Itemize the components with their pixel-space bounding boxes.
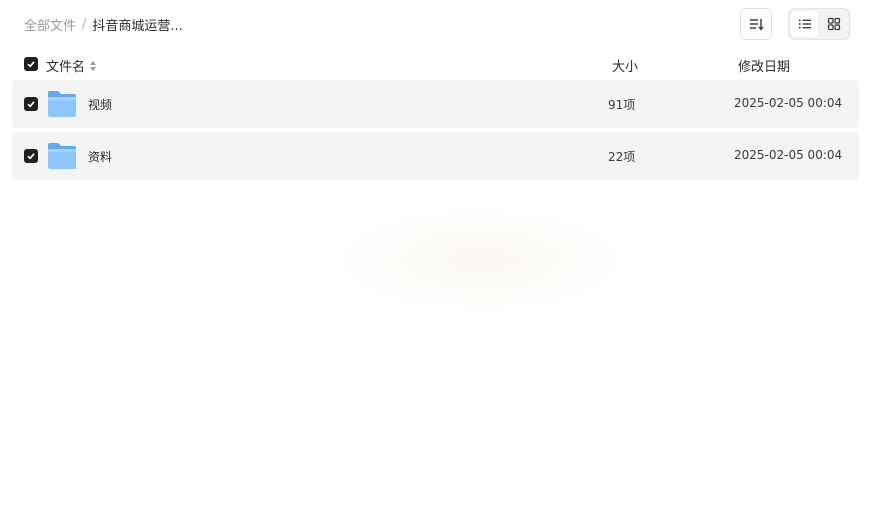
file-modified-date: 2025-02-05 00:04 [734, 148, 843, 162]
file-list-header: 文件名 大小 修改日期 [0, 52, 874, 76]
select-all-checkbox[interactable] [24, 57, 38, 71]
list-view-icon [798, 19, 811, 29]
file-name[interactable]: 视频 [88, 96, 112, 113]
breadcrumb-current: 抖音商城运营... [92, 18, 183, 34]
folder-icon [48, 91, 76, 117]
grid-view-button[interactable] [820, 11, 847, 37]
file-row[interactable]: 资料 22项 2025-02-05 00:04 [12, 132, 859, 180]
file-size: 22项 [608, 150, 636, 164]
file-browser: 全部文件 / 抖音商城运营... 文件名 大小 修改日期 视频 91项 2025… [0, 0, 874, 514]
folder-icon [48, 143, 76, 169]
check-icon [27, 61, 35, 68]
breadcrumb-root-link[interactable]: 全部文件 [24, 15, 76, 34]
name-column-header[interactable]: 文件名 [46, 56, 97, 75]
name-column-label: 文件名 [46, 60, 86, 75]
sort-icon [750, 19, 764, 31]
file-row[interactable]: 视频 91项 2025-02-05 00:04 [12, 80, 859, 128]
check-icon [27, 101, 35, 108]
row-checkbox[interactable] [24, 97, 38, 111]
breadcrumb: 全部文件 / 抖音商城运营... [24, 15, 183, 34]
sort-arrows-icon[interactable] [89, 60, 97, 72]
list-view-button[interactable] [791, 11, 818, 37]
file-size: 91项 [608, 98, 636, 112]
grid-view-icon [827, 17, 840, 31]
file-name[interactable]: 资料 [88, 148, 112, 165]
breadcrumb-separator: / [82, 16, 87, 32]
view-mode-toggle [788, 8, 850, 40]
check-icon [27, 153, 35, 160]
sort-button[interactable] [740, 8, 772, 40]
background-glow [330, 205, 630, 315]
row-checkbox[interactable] [24, 149, 38, 163]
date-column-header[interactable]: 修改日期 [738, 56, 790, 75]
file-modified-date: 2025-02-05 00:04 [734, 96, 843, 110]
size-column-header[interactable]: 大小 [612, 56, 638, 75]
